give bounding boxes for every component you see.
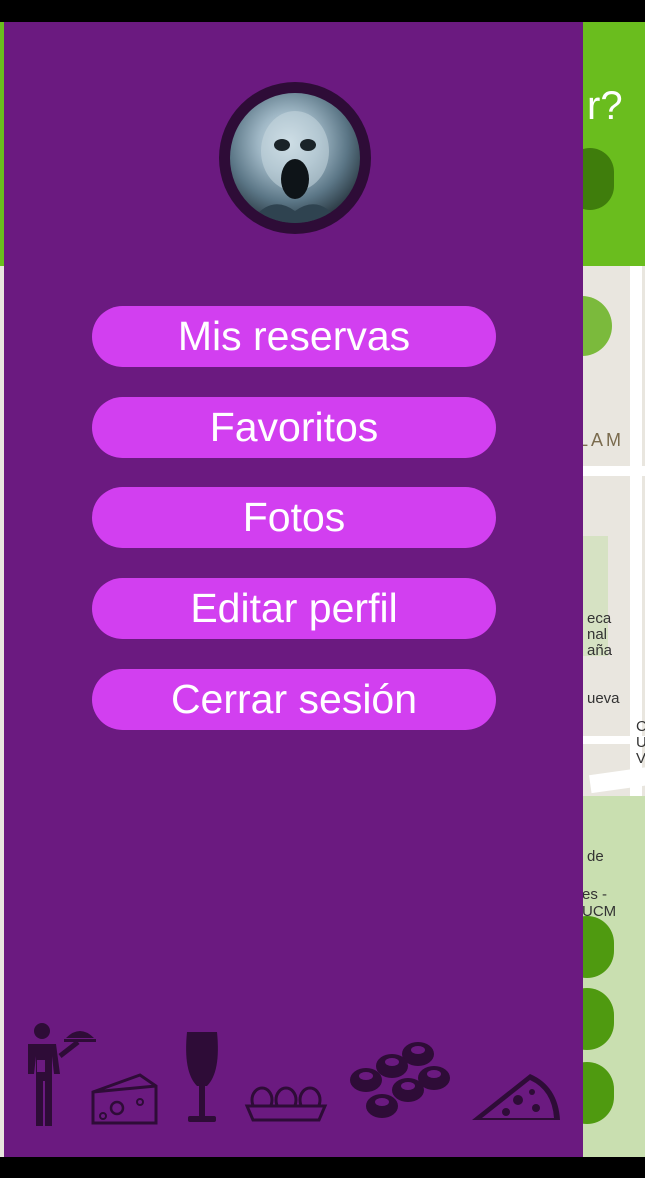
eggs-icon [244, 1086, 328, 1122]
sushi-icon [350, 1042, 450, 1118]
menu-item-mis-reservas[interactable]: Mis reservas [92, 306, 496, 367]
menu-item-fotos[interactable]: Fotos [92, 487, 496, 548]
map-label: U [636, 734, 645, 751]
pizza-icon [472, 1074, 560, 1120]
navigation-drawer: Mis reservas Favoritos Fotos Editar perf… [4, 22, 583, 1157]
cheese-icon [91, 1073, 158, 1125]
avatar[interactable] [219, 82, 371, 234]
map-label: C [636, 718, 645, 735]
menu-item-cerrar-sesion[interactable]: Cerrar sesión [92, 669, 496, 730]
menu-item-editar-perfil[interactable]: Editar perfil [92, 578, 496, 639]
avatar-image [230, 93, 360, 223]
map-label: es - UCM [582, 886, 617, 920]
map-label: LAM [578, 430, 625, 450]
map-label: ueva [587, 690, 620, 707]
waiter-icon [28, 1023, 96, 1126]
map-label: de [587, 848, 604, 865]
menu-item-favoritos[interactable]: Favoritos [92, 397, 496, 458]
map-label: eca [587, 610, 612, 627]
wine-glass-icon [186, 1032, 218, 1122]
map-label: aña [587, 642, 613, 659]
map-label: nal [587, 626, 608, 643]
header-text-fragment: r? [587, 84, 623, 128]
map-label: V [636, 750, 645, 767]
